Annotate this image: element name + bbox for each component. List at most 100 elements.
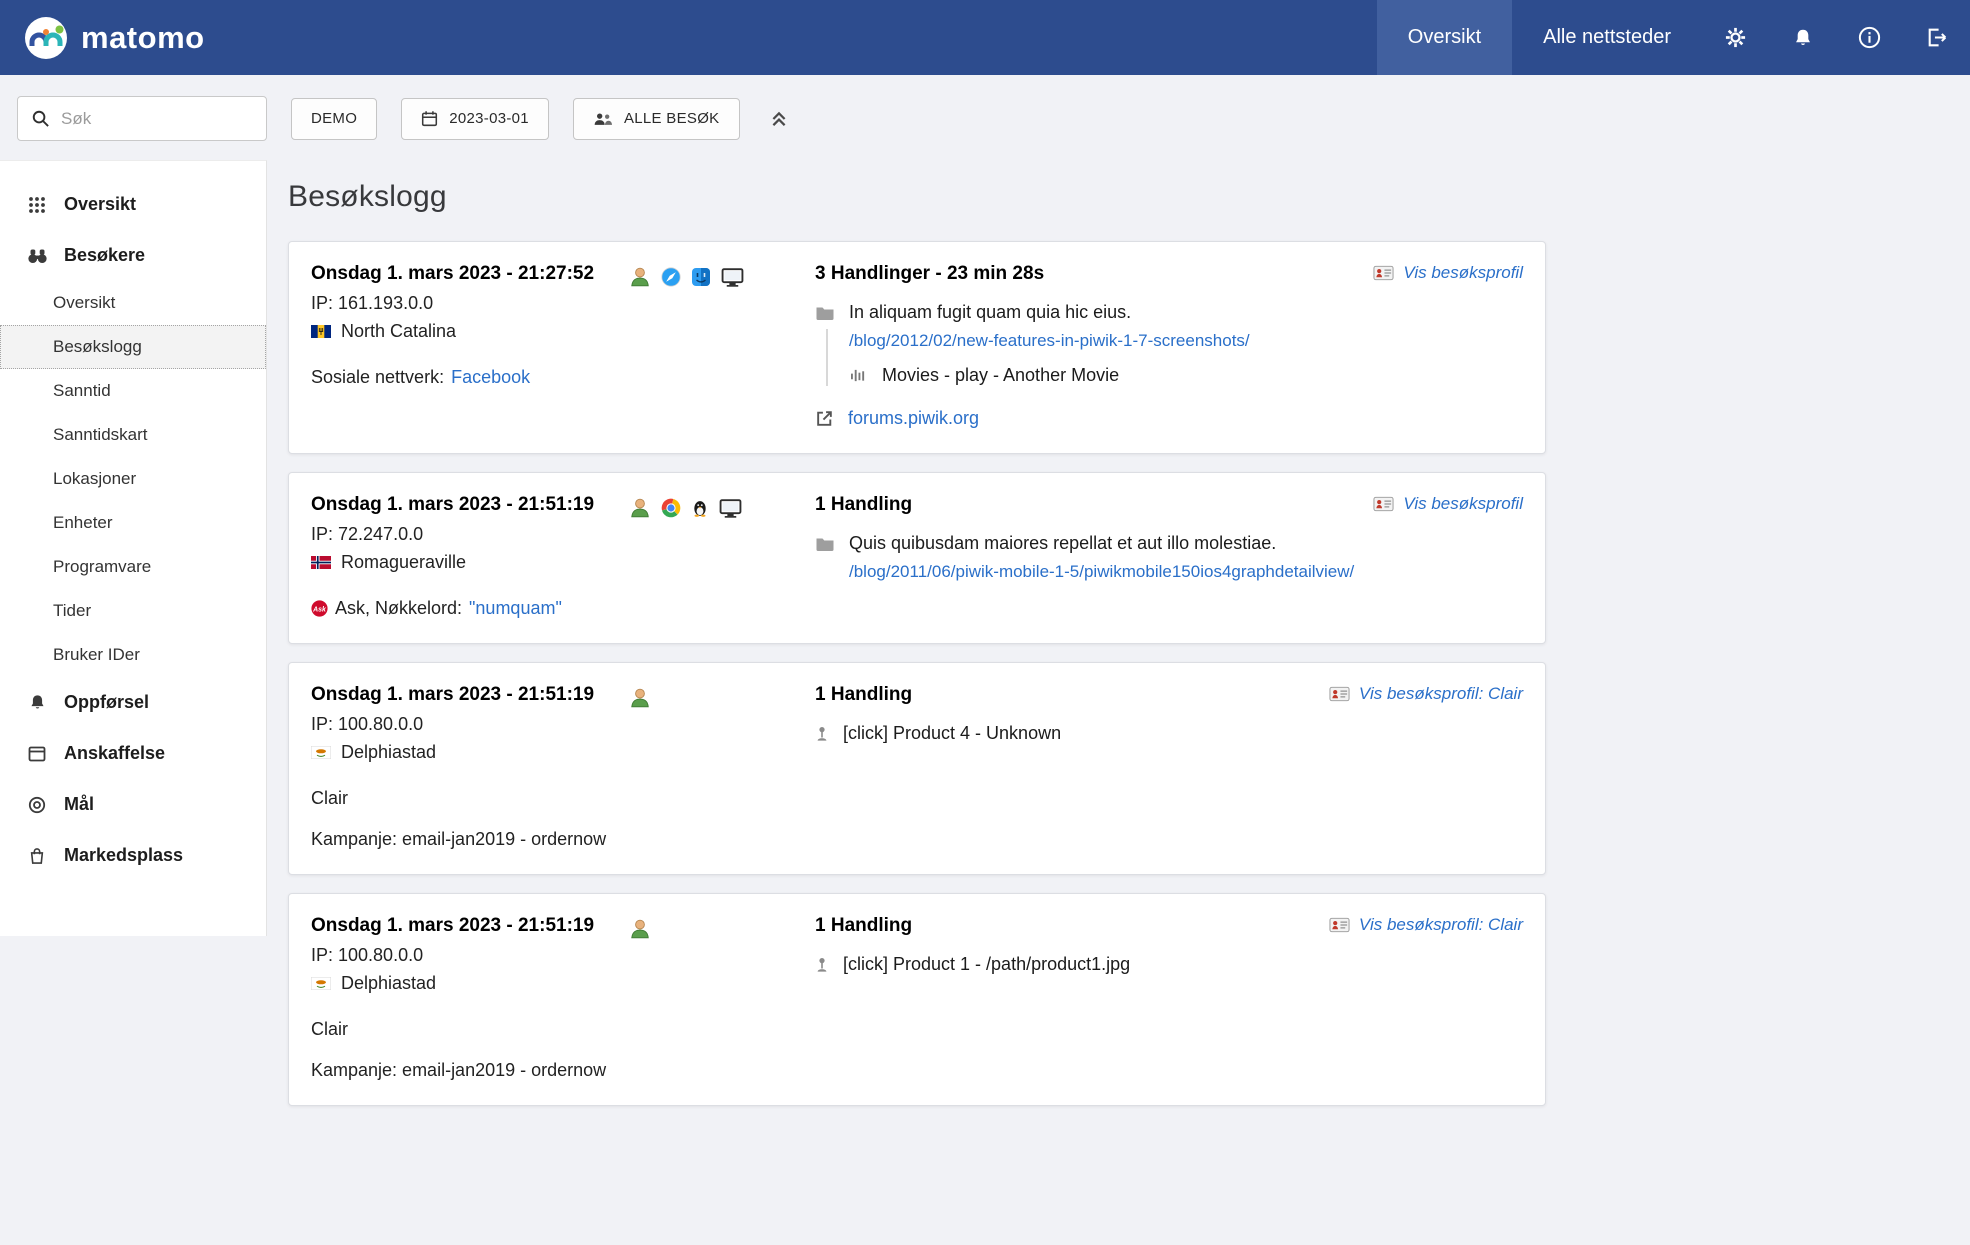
visit-info: Onsdag 1. mars 2023 - 21:27:52 IP: 161.1…	[311, 263, 629, 429]
main-layout: Oversikt Besøkere Oversikt Besøkslogg Sa…	[0, 160, 1970, 1136]
visit-ip: IP: 100.80.0.0	[311, 945, 629, 966]
visit-datetime: Onsdag 1. mars 2023 - 21:51:19	[311, 684, 629, 706]
visit-actions: 1 Handling Quis quibusdam maiores repell…	[815, 494, 1373, 619]
sidebar-item-lokasjoner[interactable]: Lokasjoner	[0, 457, 266, 501]
control-bar: DEMO 2023-03-01	[0, 75, 1970, 160]
flag-icon-delphiastad	[311, 977, 331, 990]
brand-name: matomo	[81, 20, 205, 56]
visitor-icon	[629, 687, 651, 709]
device-icons	[629, 495, 815, 521]
device-icons	[629, 916, 815, 942]
search-input[interactable]	[61, 109, 253, 129]
bell-icon	[26, 693, 48, 712]
nav-tab-oversikt[interactable]: Oversikt	[1377, 0, 1512, 75]
svg-text:Ask: Ask	[312, 606, 327, 613]
sidebar-item-oppforsel[interactable]: Oppførsel	[0, 677, 266, 728]
linux-os-icon	[691, 499, 709, 517]
action-page-url-link[interactable]: /blog/2012/02/new-features-in-piwik-1-7-…	[849, 331, 1250, 351]
settings-gear-icon[interactable]	[1702, 0, 1769, 75]
sidebar-item-sanntidskart[interactable]: Sanntidskart	[0, 413, 266, 457]
action-event-title: [click] Product 1 - /path/product1.jpg	[843, 954, 1130, 975]
view-profile-label: Vis besøksprofil: Clair	[1359, 915, 1523, 935]
visitor-icon	[629, 266, 651, 288]
sidebar-item-label: Oversikt	[64, 194, 136, 215]
page-title: Besøkslogg	[288, 180, 1970, 214]
sidebar-item-besokere[interactable]: Besøkere	[0, 230, 266, 281]
date-range-button[interactable]: 2023-03-01	[401, 98, 549, 140]
sidebar-item-label: Anskaffelse	[64, 743, 165, 764]
sidebar-item-sanntid[interactable]: Sanntid	[0, 369, 266, 413]
site-selector-label: DEMO	[311, 110, 357, 127]
actions-summary: 3 Handlinger - 23 min 28s	[815, 263, 1357, 285]
visit-info: Onsdag 1. mars 2023 - 21:51:19 IP: 72.24…	[311, 494, 629, 619]
view-profile-link[interactable]: Vis besøksprofil: Clair	[1329, 684, 1523, 704]
search-box[interactable]	[17, 96, 267, 141]
visitors-people-icon	[593, 112, 613, 126]
actions-summary: 1 Handling	[815, 494, 1357, 516]
folder-pageview-icon	[815, 305, 835, 321]
chrome-browser-icon	[661, 498, 681, 518]
sidebar: Oversikt Besøkere Oversikt Besøkslogg Sa…	[0, 160, 267, 936]
visitor-icon	[629, 497, 651, 519]
site-selector-button[interactable]: DEMO	[291, 98, 377, 140]
sidebar-item-besokslogg[interactable]: Besøkslogg	[0, 325, 266, 369]
profile-card-icon	[1329, 917, 1350, 933]
collapse-chevrons-icon[interactable]	[764, 104, 794, 134]
sidebar-item-mal[interactable]: Mål	[0, 779, 266, 830]
calendar-icon	[421, 110, 438, 127]
action-event-title: [click] Product 4 - Unknown	[843, 723, 1061, 744]
profile-card-icon	[1329, 686, 1350, 702]
folder-pageview-icon	[815, 536, 835, 552]
device-icons	[629, 264, 815, 290]
sidebar-item-bruker-ider[interactable]: Bruker IDer	[0, 633, 266, 677]
device-icons	[629, 685, 815, 711]
sidebar-item-programvare[interactable]: Programvare	[0, 545, 266, 589]
visitor-name: Clair	[311, 788, 629, 809]
visit-ip: IP: 72.247.0.0	[311, 524, 629, 545]
action-page-url-link[interactable]: /blog/2011/06/piwik-mobile-1-5/piwikmobi…	[849, 562, 1354, 582]
keyword-link[interactable]: "numquam"	[469, 598, 562, 619]
visit-location: Delphiastad	[341, 973, 436, 994]
sidebar-item-label: Mål	[64, 794, 94, 815]
visit-datetime: Onsdag 1. mars 2023 - 21:51:19	[311, 494, 629, 516]
sidebar-item-oversikt[interactable]: Oversikt	[0, 179, 266, 230]
visit-datetime: Onsdag 1. mars 2023 - 21:27:52	[311, 263, 629, 285]
sidebar-item-tider[interactable]: Tider	[0, 589, 266, 633]
flag-icon-delphiastad	[311, 746, 331, 759]
nav-tab-alle-nettsteder[interactable]: Alle nettsteder	[1512, 0, 1702, 75]
visit-location: Romagueraville	[341, 552, 466, 573]
outlink-url[interactable]: forums.piwik.org	[848, 408, 979, 429]
view-profile-link[interactable]: Vis besøksprofil: Clair	[1329, 915, 1523, 935]
sidebar-item-label: Oppførsel	[64, 692, 149, 713]
sidebar-item-markedsplass[interactable]: Markedsplass	[0, 830, 266, 881]
help-info-icon[interactable]	[1836, 0, 1903, 75]
view-profile-link[interactable]: Vis besøksprofil	[1373, 494, 1523, 514]
sidebar-item-enheter[interactable]: Enheter	[0, 501, 266, 545]
sidebar-item-besokere-oversikt[interactable]: Oversikt	[0, 281, 266, 325]
visit-datetime: Onsdag 1. mars 2023 - 21:51:19	[311, 915, 629, 937]
matomo-logo-icon	[24, 16, 68, 60]
sidebar-item-anskaffelse[interactable]: Anskaffelse	[0, 728, 266, 779]
actions-summary: 1 Handling	[815, 684, 1313, 706]
safari-browser-icon	[661, 267, 681, 287]
segment-selector-label: ALLE BESØK	[624, 110, 720, 127]
visitor-icon	[629, 918, 651, 940]
logout-icon[interactable]	[1903, 0, 1970, 75]
matomo-brand[interactable]: matomo	[24, 0, 205, 75]
visit-card: Onsdag 1. mars 2023 - 21:27:52 IP: 161.1…	[288, 241, 1546, 454]
visit-info: Onsdag 1. mars 2023 - 21:51:19 IP: 100.8…	[311, 915, 629, 1081]
matomo-app: matomo Oversikt Alle nettsteder	[0, 0, 1970, 1136]
flag-icon-norway	[311, 556, 331, 569]
click-event-icon	[815, 957, 829, 973]
social-network-label: Sosiale nettverk:	[311, 367, 444, 388]
visit-ip: IP: 161.193.0.0	[311, 293, 629, 314]
top-navbar: matomo Oversikt Alle nettsteder	[0, 0, 1970, 75]
view-profile-label: Vis besøksprofil	[1403, 263, 1523, 283]
visit-location: North Catalina	[341, 321, 456, 342]
click-event-icon	[815, 726, 829, 742]
view-profile-link[interactable]: Vis besøksprofil	[1373, 263, 1523, 283]
view-profile-label: Vis besøksprofil	[1403, 494, 1523, 514]
social-network-link[interactable]: Facebook	[451, 367, 530, 388]
segment-selector-button[interactable]: ALLE BESØK	[573, 98, 740, 140]
notifications-bell-icon[interactable]	[1769, 0, 1836, 75]
